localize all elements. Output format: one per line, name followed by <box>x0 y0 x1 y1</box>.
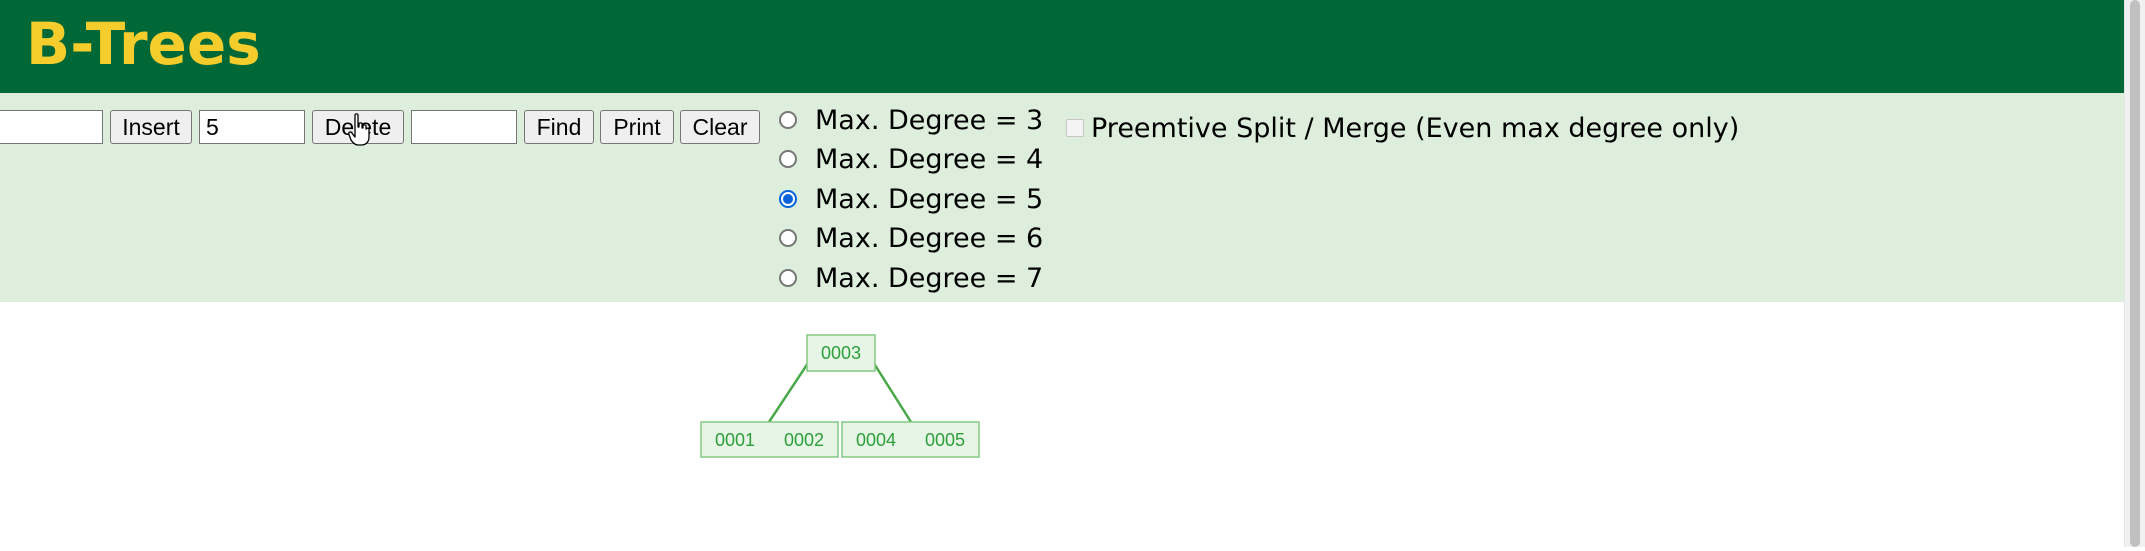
hand-pointer-icon <box>348 113 370 146</box>
clear-button[interactable]: Clear <box>680 110 760 144</box>
preemptive-checkbox[interactable] <box>1066 119 1084 137</box>
vertical-scrollbar[interactable] <box>2124 0 2145 547</box>
degree-7-label: Max. Degree = 7 <box>815 262 1044 294</box>
degree-option-4[interactable]: Max. Degree = 4 <box>779 141 1043 177</box>
preemptive-label: Preemtive Split / Merge (Even max degree… <box>1091 112 1740 144</box>
degree-option-3[interactable]: Max. Degree = 3 <box>779 102 1043 138</box>
controls-panel: Insert Delete Find Print Clear Max. Degr… <box>0 93 2124 302</box>
tree-canvas: 0003 0001 0002 0004 0005 <box>0 302 2124 547</box>
degree-3-label: Max. Degree = 3 <box>815 104 1044 136</box>
header-bar: B-Trees <box>0 0 2124 93</box>
degree-6-label: Max. Degree = 6 <box>815 222 1044 254</box>
tree-key: 0002 <box>784 430 824 450</box>
tree-svg: 0003 0001 0002 0004 0005 <box>700 334 980 458</box>
degree-option-6[interactable]: Max. Degree = 6 <box>779 220 1043 256</box>
degree-4-label: Max. Degree = 4 <box>815 143 1044 175</box>
preemptive-option[interactable]: Preemtive Split / Merge (Even max degree… <box>1066 110 1739 146</box>
tree-key: 0003 <box>821 343 861 363</box>
scrollbar-thumb[interactable] <box>2130 0 2140 547</box>
degree-4-radio[interactable] <box>779 150 797 168</box>
insert-input[interactable] <box>0 110 103 144</box>
degree-7-radio[interactable] <box>779 269 797 287</box>
find-button[interactable]: Find <box>524 110 594 144</box>
tree-key: 0004 <box>856 430 896 450</box>
degree-5-radio[interactable] <box>779 190 797 208</box>
degree-6-radio[interactable] <box>779 229 797 247</box>
tree-key: 0001 <box>715 430 755 450</box>
print-button[interactable]: Print <box>600 110 674 144</box>
delete-input[interactable] <box>199 110 305 144</box>
degree-5-label: Max. Degree = 5 <box>815 183 1044 215</box>
insert-button[interactable]: Insert <box>110 110 192 144</box>
degree-3-radio[interactable] <box>779 111 797 129</box>
find-input[interactable] <box>411 110 517 144</box>
page-title: B-Trees <box>26 10 261 78</box>
degree-option-5[interactable]: Max. Degree = 5 <box>779 181 1043 217</box>
degree-option-7[interactable]: Max. Degree = 7 <box>779 260 1043 296</box>
tree-key: 0005 <box>925 430 965 450</box>
